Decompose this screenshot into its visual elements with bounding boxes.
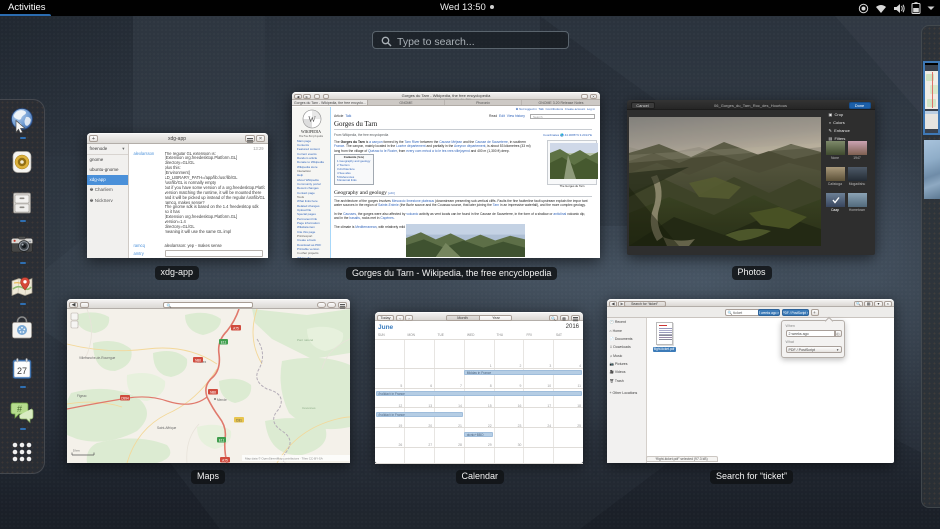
svg-text:D994: D994 xyxy=(121,396,129,400)
svg-text:N88: N88 xyxy=(210,390,216,394)
svg-text:Mende: Mende xyxy=(217,398,227,402)
svg-text:Figeac: Figeac xyxy=(77,394,87,398)
svg-text:27: 27 xyxy=(17,366,27,376)
svg-text:5 km: 5 km xyxy=(73,448,80,452)
svg-text:E11: E11 xyxy=(220,340,226,344)
svg-text:W: W xyxy=(308,115,316,124)
svg-text:N88: N88 xyxy=(195,358,201,362)
svg-text:#: # xyxy=(17,404,22,414)
svg-text:A75: A75 xyxy=(233,326,239,330)
svg-text:Parc naturel: Parc naturel xyxy=(297,338,314,342)
svg-text:Villefranche-de-Rouergue: Villefranche-de-Rouergue xyxy=(79,356,115,360)
svg-text:Map data © OpenStreetMap contr: Map data © OpenStreetMap contributors · … xyxy=(245,456,323,460)
svg-text:D31: D31 xyxy=(236,418,242,422)
svg-text:Cévennes: Cévennes xyxy=(302,406,316,410)
svg-text:A75: A75 xyxy=(222,458,228,462)
svg-text:E11: E11 xyxy=(218,438,224,442)
svg-text:Saint-Affrique: Saint-Affrique xyxy=(157,426,176,430)
